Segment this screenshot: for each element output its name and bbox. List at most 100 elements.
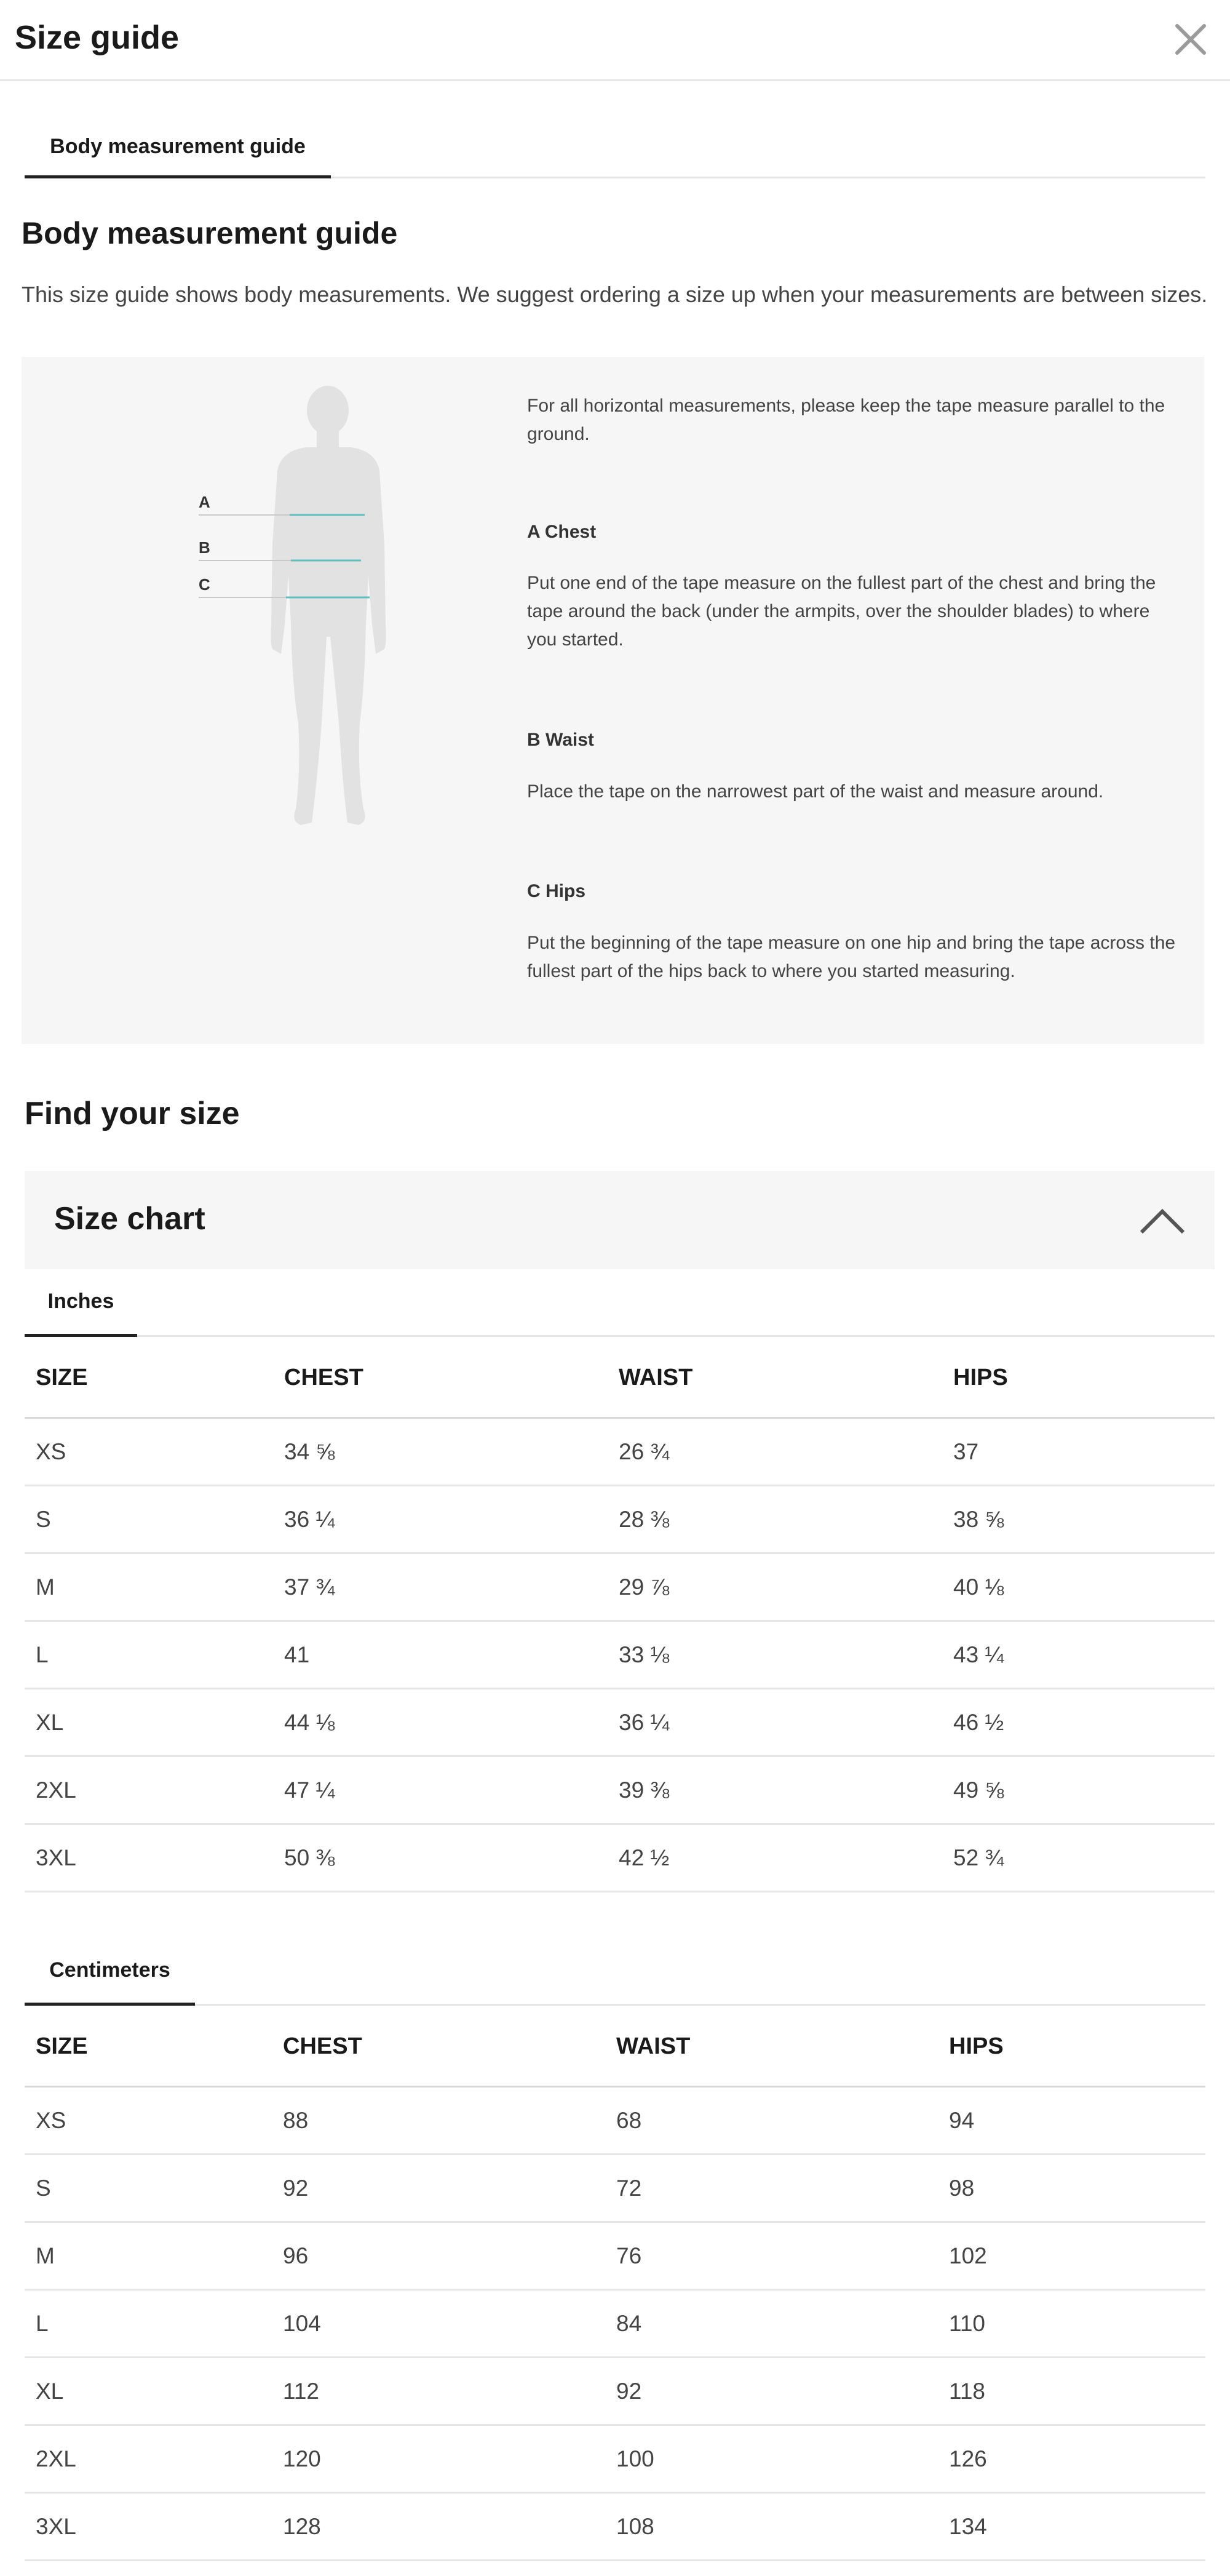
table-row: XS 34 ⅝ 26 ¾ 37 [25,1419,1215,1486]
chest-cell: 36 ¼ [284,1506,335,1532]
waist-instructions: Place the tape on the narrowest part of … [527,781,1104,802]
table-row: L 104 84 110 [25,2291,1205,2358]
waist-cell: 68 [616,2107,642,2133]
size-cell: S [36,2175,51,2201]
figure-label-c: C [199,575,210,594]
waist-cell: 28 ⅜ [619,1506,670,1532]
find-your-size-title: Find your size [25,1096,240,1131]
hips-cell: 43 ¼ [953,1641,1004,1667]
chest-cell: 41 [284,1641,310,1667]
hips-instructions: Put the beginning of the tape measure on… [527,933,1176,981]
chest-cell: 47 ¼ [284,1777,335,1803]
guide-tab-bar: Body measurement guide [25,118,1205,178]
inches-size-table: SIZE CHEST WAIST HIPS XS 34 ⅝ 26 ¾ 37 S … [25,1339,1215,1892]
size-cell: M [36,1574,55,1600]
table-row: XL 112 92 118 [25,2358,1205,2426]
hips-cell: 37 [953,1438,979,1464]
chest-cell: 128 [283,2513,321,2539]
size-cell: 3XL [36,1844,76,1870]
hips-cell: 40 ⅛ [953,1574,1004,1600]
size-cell: XS [36,1438,66,1464]
table-row: L 41 33 ⅛ 43 ¼ [25,1622,1215,1689]
column-header-chest: CHEST [283,2033,362,2059]
chest-cell: 112 [283,2378,319,2404]
guide-description: This size guide shows body measurements.… [22,282,1208,307]
table-header-row: SIZE CHEST WAIST HIPS [25,2008,1205,2088]
size-chart-label: Size chart [54,1201,205,1237]
chest-cell: 120 [283,2446,321,2471]
chest-cell: 88 [283,2107,309,2133]
chest-instructions: Put one end of the tape measure on the f… [527,573,1156,650]
tab-body-measurement-guide[interactable]: Body measurement guide [25,118,331,178]
column-header-chest: CHEST [284,1365,363,1390]
hips-cell: 102 [949,2243,987,2268]
size-cell: 2XL [36,2446,76,2471]
size-cell: L [36,1641,49,1667]
tab-centimeters[interactable]: Centimeters [25,1938,195,2006]
modal-title: Size guide [15,19,180,56]
table-row: M 37 ¾ 29 ⅞ 40 ⅛ [25,1554,1215,1622]
hips-cell: 110 [949,2310,985,2336]
size-cell: L [36,2310,49,2336]
centimeters-tab-bar: Centimeters [25,1938,1205,2006]
table-row: XS 88 68 94 [25,2088,1205,2155]
table-row: 3XL 128 108 134 [25,2494,1205,2561]
column-header-hips: HIPS [949,2033,1004,2059]
waist-cell: 39 ⅜ [619,1777,670,1803]
measurement-guide-panel: A B C For all horizontal measurements, p… [22,357,1204,1044]
waist-cell: 72 [616,2175,642,2201]
column-header-waist: WAIST [619,1365,693,1390]
table-row: S 36 ¼ 28 ⅜ 38 ⅝ [25,1486,1215,1554]
tab-inches[interactable]: Inches [25,1269,137,1337]
figure-label-b: B [199,538,210,557]
guide-title: Body measurement guide [22,216,398,250]
table-row: S 92 72 98 [25,2155,1205,2223]
size-chart-accordion[interactable]: Size chart [25,1171,1215,1269]
table-row: 2XL 47 ¼ 39 ⅜ 49 ⅝ [25,1757,1215,1825]
waist-cell: 36 ¼ [619,1709,670,1735]
modal-header: Size guide [0,0,1230,81]
waist-cell: 100 [616,2446,654,2471]
inches-tab-bar: Inches [25,1269,1215,1337]
hips-cell: 52 ¾ [953,1844,1004,1870]
waist-cell: 76 [616,2243,642,2268]
hips-cell: 126 [949,2446,987,2471]
close-icon [1175,24,1206,55]
figure-label-a: A [199,493,210,511]
chest-cell: 92 [283,2175,309,2201]
waist-cell: 84 [616,2310,642,2336]
size-cell: 2XL [36,1777,76,1803]
table-row: 2XL 120 100 126 [25,2426,1205,2494]
table-header-row: SIZE CHEST WAIST HIPS [25,1339,1215,1419]
size-cell: S [36,1506,51,1532]
table-row: M 96 76 102 [25,2223,1205,2291]
hips-cell: 134 [949,2513,987,2539]
size-cell: 3XL [36,2513,76,2539]
chest-heading: A Chest [527,522,597,542]
chest-cell: 96 [283,2243,309,2268]
size-cell: XL [36,2378,64,2404]
body-figure-illustration: A B C [199,386,386,825]
column-header-size: SIZE [36,2033,88,2059]
hips-cell: 94 [949,2107,975,2133]
centimeters-size-table: SIZE CHEST WAIST HIPS XS 88 68 94 S 92 7… [25,2008,1205,2561]
chest-cell: 104 [283,2310,321,2336]
column-header-size: SIZE [36,1365,88,1390]
chevron-up-icon [1140,1208,1185,1234]
guide-intro: For all horizontal measurements, please … [527,396,1165,444]
size-cell: XS [36,2107,66,2133]
close-button[interactable] [1168,17,1213,62]
table-row: 3XL 50 ⅜ 42 ½ 52 ¾ [25,1825,1215,1892]
column-header-hips: HIPS [953,1365,1008,1390]
hips-heading: C Hips [527,881,586,901]
waist-cell: 26 ¾ [619,1438,670,1464]
chest-cell: 44 ⅛ [284,1709,335,1735]
chest-cell: 37 ¾ [284,1574,335,1600]
waist-cell: 29 ⅞ [619,1574,670,1600]
waist-cell: 42 ½ [619,1844,670,1870]
table-row: XL 44 ⅛ 36 ¼ 46 ½ [25,1689,1215,1757]
chest-cell: 34 ⅝ [284,1438,335,1464]
hips-cell: 46 ½ [953,1709,1004,1735]
waist-cell: 92 [616,2378,642,2404]
hips-cell: 38 ⅝ [953,1506,1004,1532]
